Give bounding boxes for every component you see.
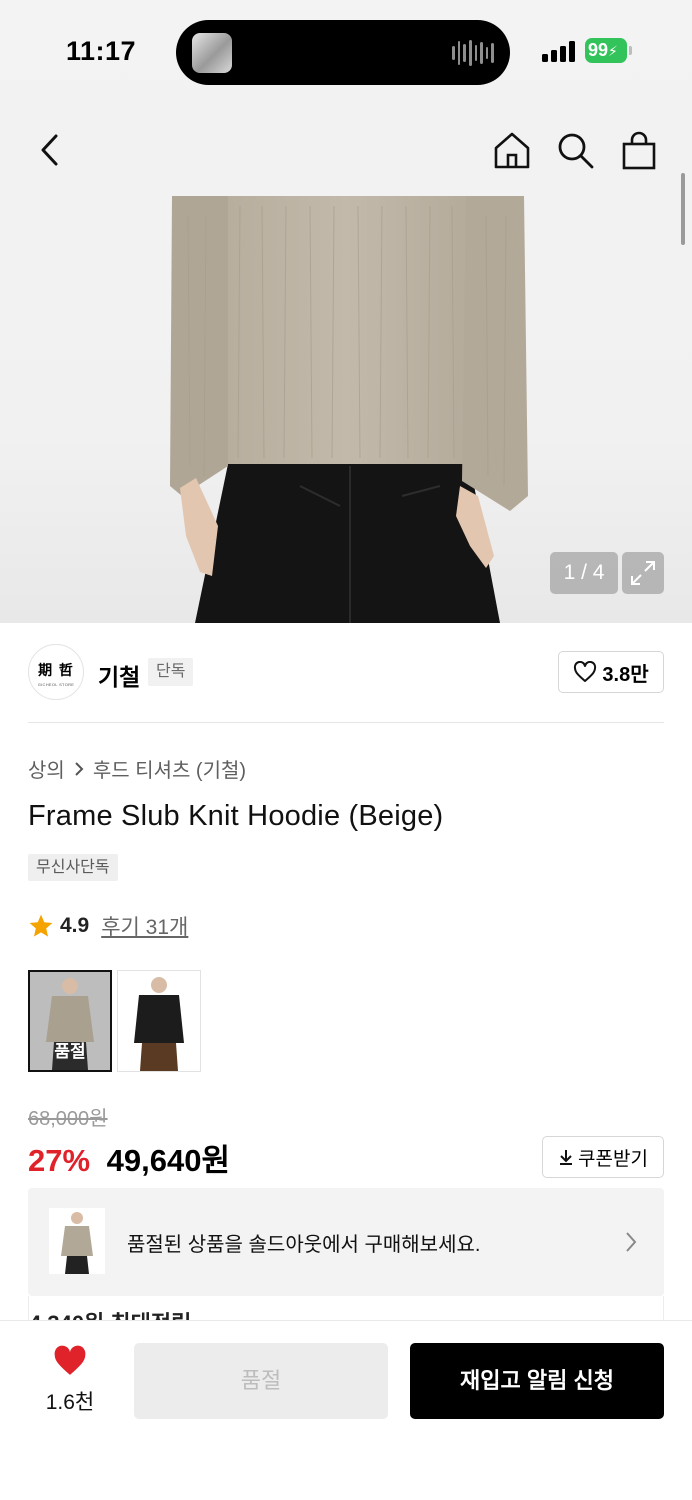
image-counter: 1 / 4: [550, 552, 618, 594]
points-strip: 4,340원 최대적립: [28, 1296, 664, 1322]
soldout-thumbnail: [49, 1208, 105, 1274]
swatch-black[interactable]: [117, 970, 201, 1072]
brand-logo-subtext: GICHEOL STORE: [37, 682, 75, 687]
chevron-right-icon: [626, 1232, 637, 1252]
rating: 4.9 후기 31개: [28, 911, 188, 941]
reviews-link[interactable]: 후기 31개: [101, 911, 188, 941]
swatch-black-image: [118, 971, 200, 1071]
brand-name[interactable]: 기철: [98, 658, 140, 692]
battery-level: 99: [588, 40, 609, 60]
chevron-right-icon: [75, 761, 84, 776]
soldout-button[interactable]: 품절: [134, 1343, 388, 1419]
wishlist-count: 1.6천: [45, 1391, 95, 1414]
coupon-button[interactable]: 쿠폰받기: [542, 1136, 664, 1178]
dynamic-island: [176, 20, 510, 85]
swatch-beige[interactable]: 품절: [28, 970, 112, 1072]
battery-tip: [629, 46, 632, 55]
coupon-label: 쿠폰받기: [578, 1148, 648, 1170]
battery-icon: 99⚡: [585, 38, 627, 63]
soldout-thumbnail-image: [61, 1212, 93, 1274]
rating-score: 4.9: [60, 914, 90, 937]
musinsa-exclusive-tag: 무신사단독: [28, 854, 118, 881]
swatch-soldout-label: 품절: [54, 1042, 86, 1061]
breadcrumb-category[interactable]: 상의: [28, 754, 65, 783]
heart-filled-icon: [54, 1345, 86, 1375]
expand-image-button[interactable]: [622, 552, 664, 594]
audio-wave-icon: [452, 39, 494, 67]
expand-icon: [631, 561, 655, 585]
original-price: 68,000원: [28, 1108, 108, 1130]
price-row: 27% 49,640원: [28, 1135, 230, 1180]
scroll-indicator[interactable]: [681, 173, 685, 245]
status-bar: 11:17 99⚡: [0, 0, 692, 100]
search-button[interactable]: [555, 128, 595, 172]
sale-price: 49,640원: [106, 1143, 231, 1178]
brand-like-button[interactable]: 3.8만: [558, 651, 664, 693]
status-time: 11:17: [66, 36, 137, 66]
search-icon: [558, 133, 594, 169]
restock-alert-button[interactable]: 재입고 알림 신청: [410, 1343, 664, 1419]
soldout-banner-text: 품절된 상품을 솔드아웃에서 구매해보세요.: [127, 1234, 481, 1256]
download-icon: [560, 1150, 573, 1165]
nav-bar: [0, 100, 692, 196]
signal-icon: [542, 40, 576, 62]
soldout-banner[interactable]: 품절된 상품을 솔드아웃에서 구매해보세요.: [28, 1188, 664, 1296]
home-icon: [494, 132, 530, 169]
top-area: 11:17 99⚡ 1 / 4: [0, 0, 692, 623]
back-button[interactable]: [30, 128, 70, 172]
discount-rate: 27%: [28, 1143, 91, 1178]
star-icon: [29, 914, 53, 937]
brand-row: 期 哲 GICHEOL STORE 기철 단독 3.8만: [28, 644, 664, 702]
now-playing-thumbnail: [192, 33, 232, 73]
bottom-action-bar: 1.6천 품절 재입고 알림 신청: [0, 1320, 692, 1500]
heart-outline-icon: [574, 661, 597, 682]
brand-logo[interactable]: 期 哲 GICHEOL STORE: [28, 644, 84, 700]
wishlist-button[interactable]: 1.6천: [28, 1345, 112, 1416]
brand-like-count: 3.8만: [602, 663, 649, 686]
divider: [28, 722, 664, 723]
exclusive-badge: 단독: [148, 658, 194, 686]
shopping-bag-icon: [622, 131, 656, 170]
chevron-left-icon: [41, 134, 58, 166]
breadcrumb-subcategory[interactable]: 후드 티셔츠 (기철): [93, 754, 246, 783]
product-title: Frame Slub Knit Hoodie (Beige): [28, 800, 444, 832]
breadcrumb: 상의 후드 티셔츠 (기철): [28, 754, 246, 783]
brand-logo-text: 期 哲: [38, 663, 74, 679]
cart-button[interactable]: [619, 128, 659, 172]
home-button[interactable]: [492, 128, 532, 172]
